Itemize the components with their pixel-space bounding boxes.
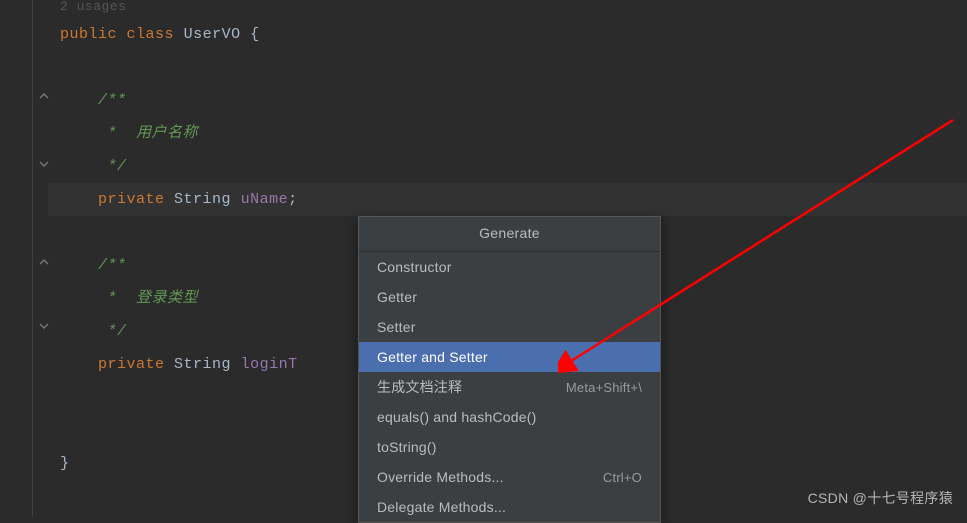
- fold-icon[interactable]: [38, 322, 50, 334]
- popup-item[interactable]: Delegate Methods...: [359, 492, 660, 522]
- popup-title: Generate: [359, 217, 660, 252]
- fold-icon[interactable]: [38, 92, 50, 104]
- popup-item-label: Constructor: [377, 259, 452, 275]
- popup-item[interactable]: Getter and Setter: [359, 342, 660, 372]
- popup-item-label: equals() and hashCode(): [377, 409, 536, 425]
- popup-item-label: toString(): [377, 439, 437, 455]
- watermark: CSDN @十七号程序猿: [808, 488, 953, 508]
- popup-item-label: 生成文档注释: [377, 377, 462, 397]
- generate-popup: Generate Constructor Getter Setter Getter a…: [358, 216, 661, 523]
- popup-item[interactable]: toString(): [359, 432, 660, 462]
- code-line-blank[interactable]: [48, 51, 967, 84]
- code-line[interactable]: public class UserVO {: [48, 18, 967, 51]
- popup-item-label: Override Methods...: [377, 469, 504, 485]
- popup-item-label: Getter: [377, 289, 417, 305]
- popup-item[interactable]: 生成文档注释 Meta+Shift+\: [359, 372, 660, 402]
- usages-hint[interactable]: 2 usages: [48, 0, 967, 18]
- javadoc-open[interactable]: /**: [48, 84, 967, 117]
- javadoc-line[interactable]: * 用户名称: [48, 117, 967, 150]
- fold-icon[interactable]: [38, 160, 50, 172]
- popup-item-shortcut: Ctrl+O: [603, 470, 642, 485]
- fold-icon[interactable]: [38, 258, 50, 270]
- popup-item-shortcut: Meta+Shift+\: [566, 380, 642, 395]
- popup-item[interactable]: equals() and hashCode(): [359, 402, 660, 432]
- javadoc-close[interactable]: */: [48, 150, 967, 183]
- gutter: [0, 0, 48, 516]
- popup-item[interactable]: Override Methods... Ctrl+O: [359, 462, 660, 492]
- code-line-field[interactable]: private String uName;: [48, 183, 967, 216]
- popup-item-label: Getter and Setter: [377, 349, 488, 365]
- popup-item[interactable]: Getter: [359, 282, 660, 312]
- popup-item[interactable]: Constructor: [359, 252, 660, 282]
- popup-item-label: Setter: [377, 319, 416, 335]
- popup-item[interactable]: Setter: [359, 312, 660, 342]
- popup-item-label: Delegate Methods...: [377, 499, 506, 515]
